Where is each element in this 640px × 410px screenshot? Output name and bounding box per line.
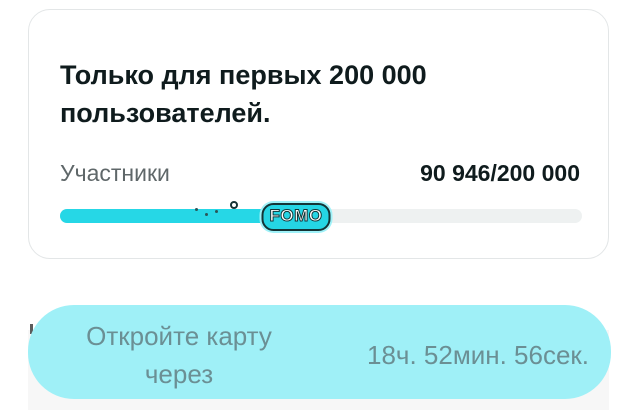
countdown-timer: 18ч. 52мин. 56сек. bbox=[366, 340, 589, 370]
participants-progress-bar: FOMO bbox=[60, 201, 582, 231]
sparkle-dot bbox=[215, 210, 218, 213]
participants-label: Участники bbox=[60, 160, 170, 186]
open-card-button[interactable]: Откройте карту через 18ч. 52мин. 56сек. bbox=[28, 305, 611, 399]
open-card-label: Откройте карту через bbox=[86, 321, 272, 389]
progress-sparkle-icon bbox=[230, 201, 238, 209]
offer-card: Только для первых 200 000 пользователей.… bbox=[28, 9, 609, 259]
offer-title: Только для первых 200 000 пользователей. bbox=[60, 60, 427, 128]
fomo-badge: FOMO bbox=[261, 203, 331, 231]
sparkle-dot bbox=[195, 208, 198, 211]
participants-count: 90 946/200 000 bbox=[420, 160, 580, 186]
sparkle-dot bbox=[205, 213, 208, 216]
